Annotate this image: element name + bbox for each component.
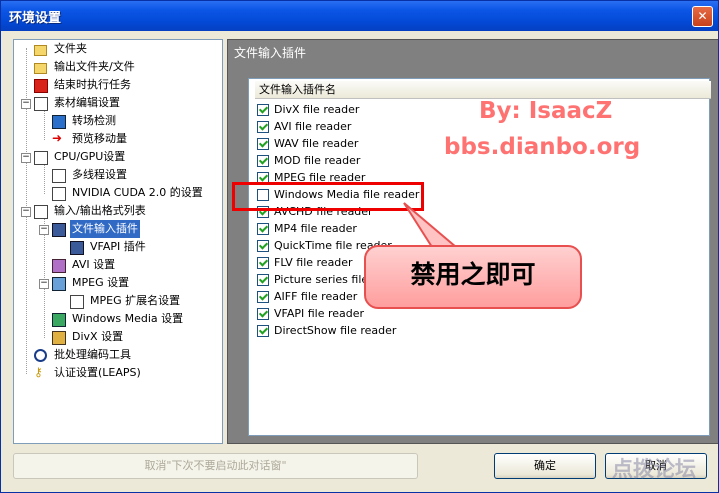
stop-icon bbox=[34, 79, 48, 93]
plugin-label: MOD file reader bbox=[274, 154, 361, 167]
expand-toggle[interactable]: − bbox=[21, 99, 31, 109]
ok-button[interactable]: 确定 bbox=[494, 453, 596, 479]
monitor-icon bbox=[52, 223, 66, 237]
watermark-author: By: IsaacZ bbox=[479, 98, 613, 124]
expand-toggle[interactable]: − bbox=[21, 207, 31, 217]
reset-dont-show-button[interactable]: 取消"下次不要启动此对话窗" bbox=[13, 453, 418, 479]
plugin-checkbox[interactable] bbox=[257, 223, 269, 235]
film-icon bbox=[52, 277, 66, 291]
window-title: 环境设置 bbox=[9, 11, 62, 26]
plugin-checkbox[interactable] bbox=[257, 325, 269, 337]
plugin-checkbox[interactable] bbox=[257, 274, 269, 286]
plugin-label: MP4 file reader bbox=[274, 222, 357, 235]
panel-title: 文件输入插件 bbox=[234, 46, 307, 60]
expand-toggle[interactable]: − bbox=[39, 225, 49, 235]
film-icon bbox=[52, 331, 66, 345]
expand-toggle[interactable]: − bbox=[39, 279, 49, 289]
plugin-checkbox[interactable] bbox=[257, 291, 269, 303]
plugin-checkbox[interactable] bbox=[257, 121, 269, 133]
document-edit-icon bbox=[34, 151, 48, 165]
plugin-checkbox[interactable] bbox=[257, 138, 269, 150]
expand-toggle[interactable]: − bbox=[21, 153, 31, 163]
folder-file-icon bbox=[34, 63, 47, 74]
document-edit-icon bbox=[52, 187, 66, 201]
settings-dialog: 环境设置 ✕ 文件夹 输出文件夹/文件 结束时执行任务 − 素材编辑设置 转场检… bbox=[0, 0, 719, 493]
plugin-panel: 文件输入插件 文件输入插件名 DivX file reader AVI file … bbox=[227, 39, 718, 444]
plugin-checkbox[interactable] bbox=[257, 240, 269, 252]
monitor-icon bbox=[70, 241, 84, 255]
plugin-label: DivX file reader bbox=[274, 103, 360, 116]
corner-watermark: 点拨论坛 bbox=[612, 457, 696, 481]
plugin-label: FLV file reader bbox=[274, 256, 353, 269]
plugin-label: AVI file reader bbox=[274, 120, 352, 133]
plugin-checkbox[interactable] bbox=[257, 308, 269, 320]
close-button[interactable]: ✕ bbox=[692, 6, 713, 27]
list-icon bbox=[34, 205, 48, 219]
plugin-label: DirectShow file reader bbox=[274, 324, 397, 337]
title-bar[interactable]: 环境设置 ✕ bbox=[1, 1, 718, 31]
document-edit-icon bbox=[52, 169, 66, 183]
plugin-checkbox[interactable] bbox=[257, 257, 269, 269]
clock-icon bbox=[34, 349, 47, 362]
film-icon bbox=[52, 115, 66, 129]
arrow-right-icon: ➜ bbox=[52, 131, 63, 145]
plugin-label: AIFF file reader bbox=[274, 290, 358, 303]
plugin-label: VFAPI file reader bbox=[274, 307, 365, 320]
watermark-site: bbs.dianbo.org bbox=[444, 134, 641, 160]
plugin-checkbox[interactable] bbox=[257, 104, 269, 116]
film-icon bbox=[52, 313, 66, 327]
folder-icon bbox=[34, 45, 47, 56]
settings-tree[interactable]: 文件夹 输出文件夹/文件 结束时执行任务 − 素材编辑设置 转场检测 ➜ 预览移… bbox=[13, 39, 223, 444]
key-icon: ⚷ bbox=[34, 365, 43, 379]
plugin-label: WAV file reader bbox=[274, 137, 359, 150]
column-header[interactable]: 文件输入插件名 bbox=[255, 81, 711, 99]
document-edit-icon bbox=[34, 97, 48, 111]
callout-bubble: 禁用之即可 bbox=[364, 245, 582, 309]
list-icon bbox=[70, 295, 84, 309]
film-icon bbox=[52, 259, 66, 273]
plugin-checkbox[interactable] bbox=[257, 155, 269, 167]
